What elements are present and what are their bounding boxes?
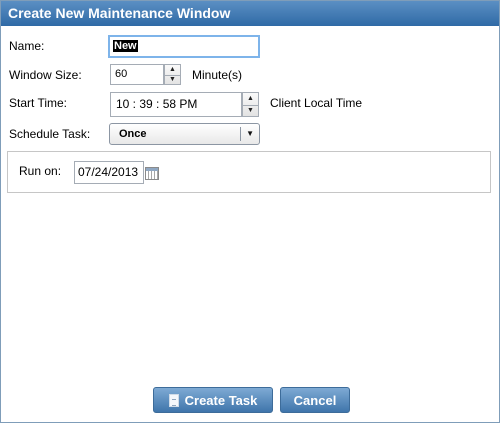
down-arrow-icon[interactable]: ▼ [243,104,258,117]
calendar-icon[interactable] [145,167,159,180]
dialog-title: Create New Maintenance Window [1,1,499,26]
schedule-task-select[interactable]: Once ▼ [109,123,260,145]
start-time-zone: Client Local Time [270,96,363,110]
window-size-input[interactable]: 60 [110,64,164,85]
cancel-button[interactable]: Cancel [280,387,350,413]
window-size-unit: Minute(s) [192,68,243,82]
start-time-spinner[interactable]: ▲ ▼ [242,92,259,117]
chevron-down-icon: ▼ [246,129,254,138]
document-icon [168,393,179,407]
maintenance-window-dialog: Create New Maintenance Window Name: New … [0,0,500,423]
create-task-button[interactable]: Create Task [153,387,273,413]
name-input[interactable]: New [108,35,260,58]
run-on-date-input[interactable]: 07/24/2013 [74,161,144,184]
name-label: Name: [9,39,45,53]
down-arrow-icon[interactable]: ▼ [165,74,180,85]
start-time-label: Start Time: [9,96,68,110]
select-divider [240,127,241,141]
create-task-label: Create Task [184,392,258,408]
name-value: New [113,40,138,52]
up-arrow-icon[interactable]: ▲ [165,65,180,75]
schedule-task-label: Schedule Task: [9,127,91,141]
up-arrow-icon[interactable]: ▲ [243,93,258,105]
run-on-label: Run on: [19,164,62,178]
window-size-spinner[interactable]: ▲ ▼ [164,64,181,85]
window-size-label: Window Size: [9,68,82,82]
start-time-input[interactable]: 10 : 39 : 58 PM [110,92,242,117]
schedule-task-value: Once [119,128,147,140]
